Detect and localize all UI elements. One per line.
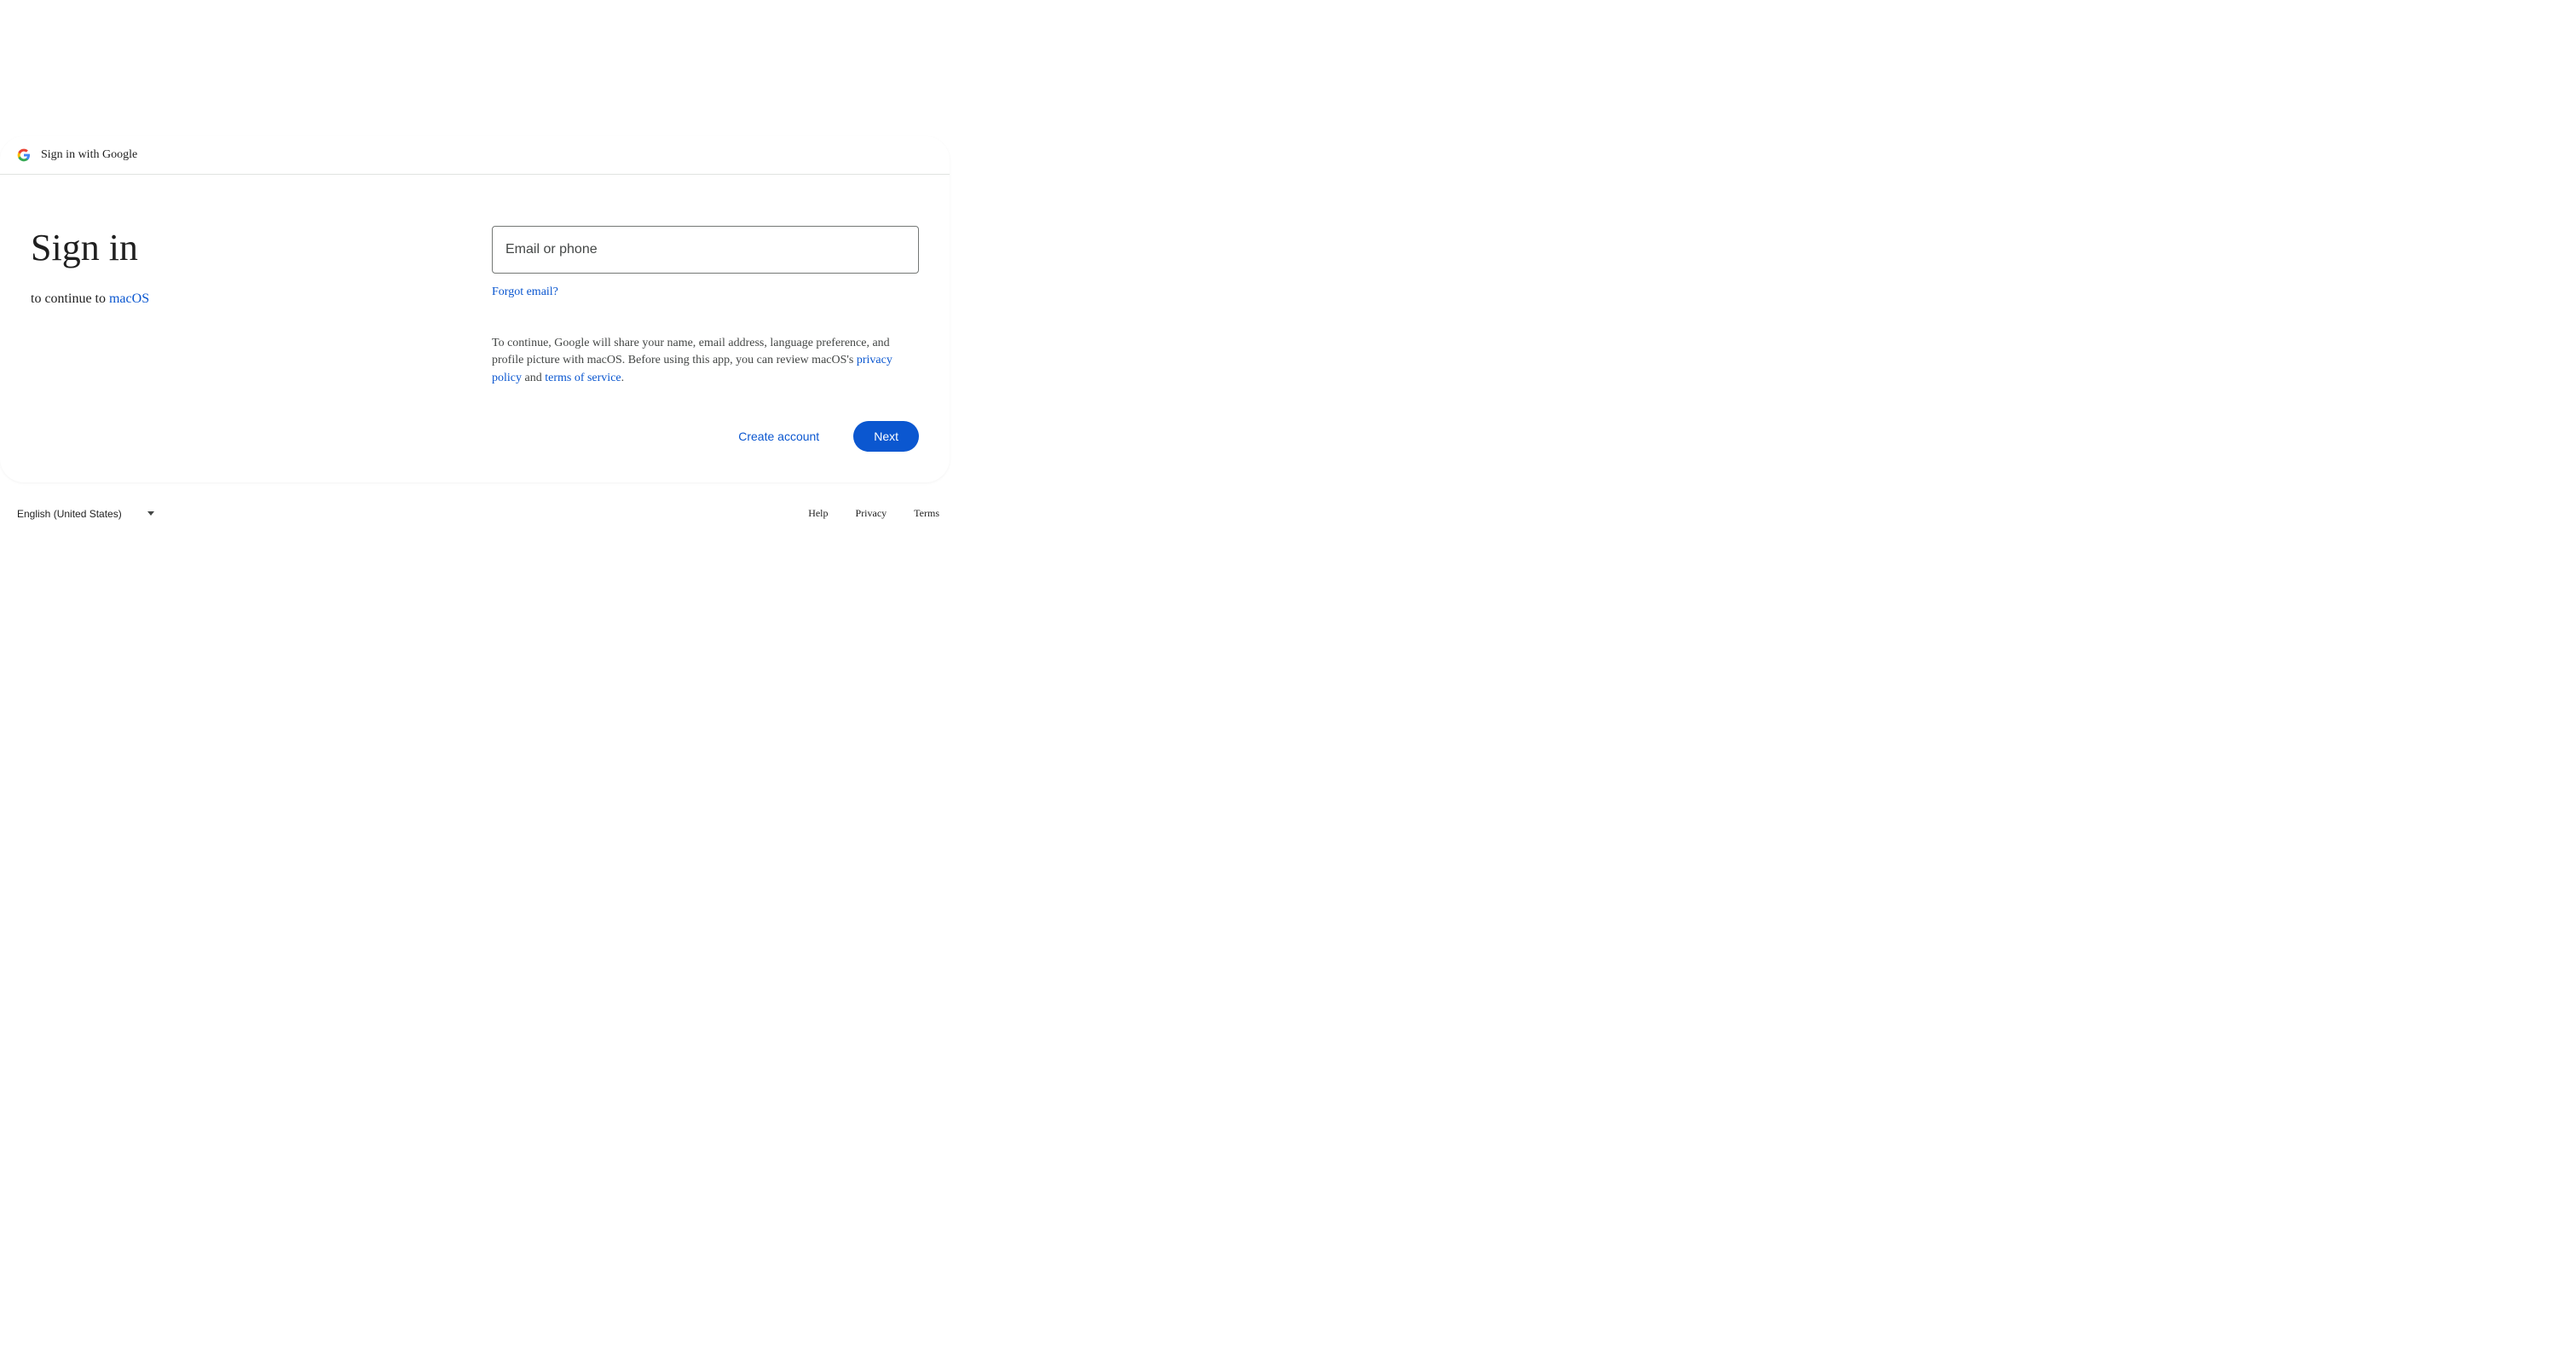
left-column: Sign in to continue to macOS bbox=[31, 226, 458, 452]
help-link[interactable]: Help bbox=[808, 507, 828, 520]
disclosure-text: To continue, Google will share your name… bbox=[492, 335, 919, 387]
caret-down-icon bbox=[147, 511, 154, 516]
email-input-wrapper bbox=[492, 226, 919, 274]
subheading-prefix: to continue to bbox=[31, 291, 109, 306]
signin-container: Sign in with Google Sign in to continue … bbox=[0, 136, 950, 539]
forgot-email-link[interactable]: Forgot email? bbox=[492, 286, 919, 299]
header-title: Sign in with Google bbox=[41, 148, 137, 162]
google-logo-icon bbox=[17, 148, 31, 162]
privacy-link[interactable]: Privacy bbox=[856, 507, 887, 520]
card-header: Sign in with Google bbox=[0, 136, 950, 175]
terms-of-service-link[interactable]: terms of service bbox=[545, 372, 621, 384]
email-field[interactable] bbox=[492, 226, 919, 274]
disclosure-part1: To continue, Google will share your name… bbox=[492, 337, 890, 366]
next-button[interactable]: Next bbox=[853, 421, 919, 452]
footer: English (United States) Help Privacy Ter… bbox=[0, 489, 950, 539]
card-body: Sign in to continue to macOS Forgot emai… bbox=[0, 175, 950, 482]
terms-link[interactable]: Terms bbox=[914, 507, 939, 520]
signin-card: Sign in with Google Sign in to continue … bbox=[0, 136, 950, 482]
app-name-link[interactable]: macOS bbox=[109, 291, 149, 306]
subheading: to continue to macOS bbox=[31, 291, 458, 307]
language-label: English (United States) bbox=[17, 508, 122, 520]
create-account-button[interactable]: Create account bbox=[728, 421, 829, 452]
disclosure-and: and bbox=[522, 372, 545, 384]
disclosure-end: . bbox=[621, 372, 625, 384]
footer-links: Help Privacy Terms bbox=[808, 507, 939, 520]
language-select[interactable]: English (United States) bbox=[10, 503, 161, 525]
action-row: Create account Next bbox=[492, 421, 919, 452]
page-heading: Sign in bbox=[31, 226, 458, 271]
right-column: Forgot email? To continue, Google will s… bbox=[492, 226, 919, 452]
